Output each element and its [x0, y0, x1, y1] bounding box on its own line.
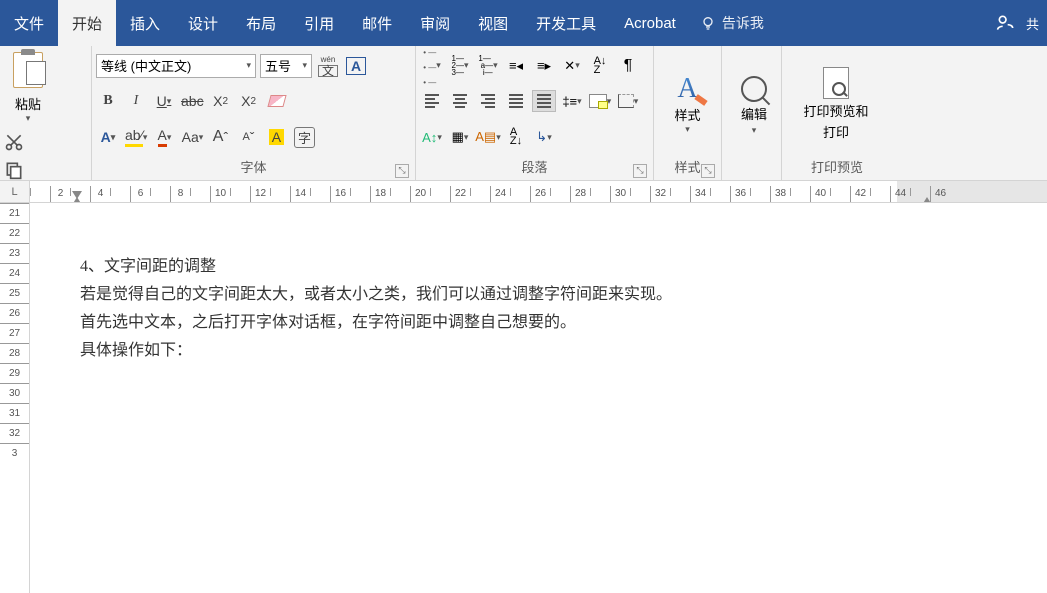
styles-icon: A: [674, 73, 700, 105]
doc-para-4: 具体操作如下：: [80, 337, 1047, 365]
vertical-ruler[interactable]: 2122232425262728293031323: [0, 203, 30, 593]
increase-indent-button[interactable]: ≡▸: [532, 55, 556, 77]
char-border-button[interactable]: A: [344, 54, 368, 78]
font-family-value: 等线 (中文正文): [101, 56, 191, 75]
font-launcher-icon[interactable]: ⤡: [395, 164, 409, 178]
styles-button[interactable]: A 样式 ▾: [674, 73, 700, 135]
font-size-select[interactable]: 五号▾: [260, 54, 312, 78]
cut-icon[interactable]: [4, 132, 24, 152]
doc-para-1: 4、文字间距的调整: [80, 253, 1047, 281]
font-family-select[interactable]: 等线 (中文正文)▾: [96, 54, 256, 78]
styles-group-label: 样式 ⤡: [658, 155, 717, 180]
italic-button[interactable]: I: [124, 89, 148, 113]
underline-button[interactable]: U▾: [152, 89, 176, 113]
text-direction-button[interactable]: A↕▾: [420, 126, 444, 148]
numbering-button[interactable]: 1—2—3—▾: [448, 55, 472, 77]
tab-file[interactable]: 文件: [0, 0, 58, 46]
line-spacing-button[interactable]: ‡≡▾: [560, 90, 584, 112]
sort-az-button[interactable]: AZ↓: [504, 126, 528, 148]
decrease-indent-button[interactable]: ≡◂: [504, 55, 528, 77]
tell-me-label: 告诉我: [722, 13, 764, 33]
ribbon-tabs: 文件 开始 插入 设计 布局 引用 邮件 审阅 视图 开发工具 Acrobat …: [0, 0, 1047, 46]
font-color-button[interactable]: A▾: [152, 125, 176, 149]
print-label-2: 打印: [823, 122, 849, 141]
clipboard-icon: [13, 52, 43, 88]
hanging-indent-marker[interactable]: [72, 195, 82, 203]
shrink-font-button[interactable]: Aˇ: [236, 125, 260, 149]
borders-button[interactable]: ▾: [616, 90, 640, 112]
workspace: L 24681012141618202224262830323436384042…: [0, 181, 1047, 593]
tab-mail[interactable]: 邮件: [348, 0, 406, 46]
paste-label: 粘贴: [15, 94, 41, 113]
superscript-button[interactable]: X2: [237, 89, 261, 113]
font-size-value: 五号: [265, 56, 291, 75]
print-preview-icon: [823, 67, 849, 99]
paragraph-launcher-icon[interactable]: ⤡: [633, 164, 647, 178]
copy-icon[interactable]: [4, 160, 24, 180]
tab-references[interactable]: 引用: [290, 0, 348, 46]
show-marks-button[interactable]: ¶: [616, 55, 640, 77]
ribbon: 粘贴 ▾ 剪贴板 ⤡ 等线 (中文正文)▾: [0, 46, 1047, 181]
tell-me-search[interactable]: 告诉我: [690, 0, 774, 46]
doc-para-3: 首先选中文本，之后打开字体对话框，在字符间距中调整自己想要的。: [80, 309, 1047, 337]
paragraph-group-label: 段落 ⤡: [420, 155, 649, 180]
print-preview-button[interactable]: 打印预览和 打印: [786, 63, 886, 141]
select-objects-button[interactable]: ↳▾: [532, 126, 556, 148]
subscript-button[interactable]: X2: [209, 89, 233, 113]
lightbulb-icon: [700, 15, 716, 31]
tab-acrobat[interactable]: Acrobat: [610, 0, 690, 46]
print-label-1: 打印预览和: [803, 101, 868, 120]
align-right-button[interactable]: [476, 90, 500, 112]
tab-layout[interactable]: 布局: [232, 0, 290, 46]
char-shading-button[interactable]: 字: [292, 125, 316, 149]
phonetic-guide-button[interactable]: wén 文: [316, 54, 340, 78]
enclose-char-button[interactable]: A: [264, 125, 288, 149]
paste-dropdown-icon[interactable]: ▾: [26, 113, 31, 124]
editing-group-label: [726, 159, 777, 180]
tab-review[interactable]: 审阅: [406, 0, 464, 46]
align-distributed-button[interactable]: [532, 90, 556, 112]
bullets-button[interactable]: ▾: [420, 55, 444, 77]
right-indent-marker[interactable]: [922, 195, 932, 203]
ruler-corner[interactable]: L: [0, 181, 30, 203]
editing-button[interactable]: 编辑 ▾: [726, 72, 782, 136]
align-justify-button[interactable]: [504, 90, 528, 112]
multilevel-list-button[interactable]: 1— a— i—▾: [476, 55, 500, 77]
tab-design[interactable]: 设计: [174, 0, 232, 46]
share-icon[interactable]: [996, 13, 1016, 33]
find-icon: [741, 76, 767, 102]
paste-button[interactable]: 粘贴 ▾: [4, 48, 52, 124]
clear-format-button[interactable]: [265, 89, 289, 113]
tab-insert[interactable]: 插入: [116, 0, 174, 46]
grow-font-button[interactable]: Aˆ: [208, 125, 232, 149]
tab-dev[interactable]: 开发工具: [522, 0, 610, 46]
text-effects-button[interactable]: A▾: [96, 125, 120, 149]
strikethrough-button[interactable]: abc: [180, 89, 205, 113]
horizontal-ruler[interactable]: 2468101214161820222426283032343638404244…: [30, 181, 1047, 203]
share-label: 共: [1026, 14, 1039, 33]
editing-label: 编辑: [741, 104, 767, 123]
bold-button[interactable]: B: [96, 89, 120, 113]
change-case-button[interactable]: Aa▾: [180, 125, 204, 149]
sort-button[interactable]: A↓Z: [588, 55, 612, 77]
font-group-label: 字体 ⤡: [96, 155, 411, 180]
highlight-button[interactable]: ab⁄▾: [124, 125, 148, 149]
document-page[interactable]: 4、文字间距的调整 若是觉得自己的文字间距太大，或者太小之类，我们可以通过调整字…: [30, 203, 1047, 593]
doc-para-2: 若是觉得自己的文字间距太大，或者太小之类，我们可以通过调整字符间距来实现。: [80, 281, 1047, 309]
shading-button[interactable]: ▾: [588, 90, 612, 112]
snap-grid-button[interactable]: ▦▾: [448, 126, 472, 148]
tab-view[interactable]: 视图: [464, 0, 522, 46]
tab-home[interactable]: 开始: [58, 0, 116, 46]
char-scale-button[interactable]: A▤▾: [476, 126, 500, 148]
styles-label: 样式: [674, 105, 700, 124]
align-center-button[interactable]: [448, 90, 472, 112]
print-group-label: 打印预览: [786, 155, 888, 180]
asian-layout-button[interactable]: ✕▾: [560, 55, 584, 77]
styles-launcher-icon[interactable]: ⤡: [701, 164, 715, 178]
align-left-button[interactable]: [420, 90, 444, 112]
